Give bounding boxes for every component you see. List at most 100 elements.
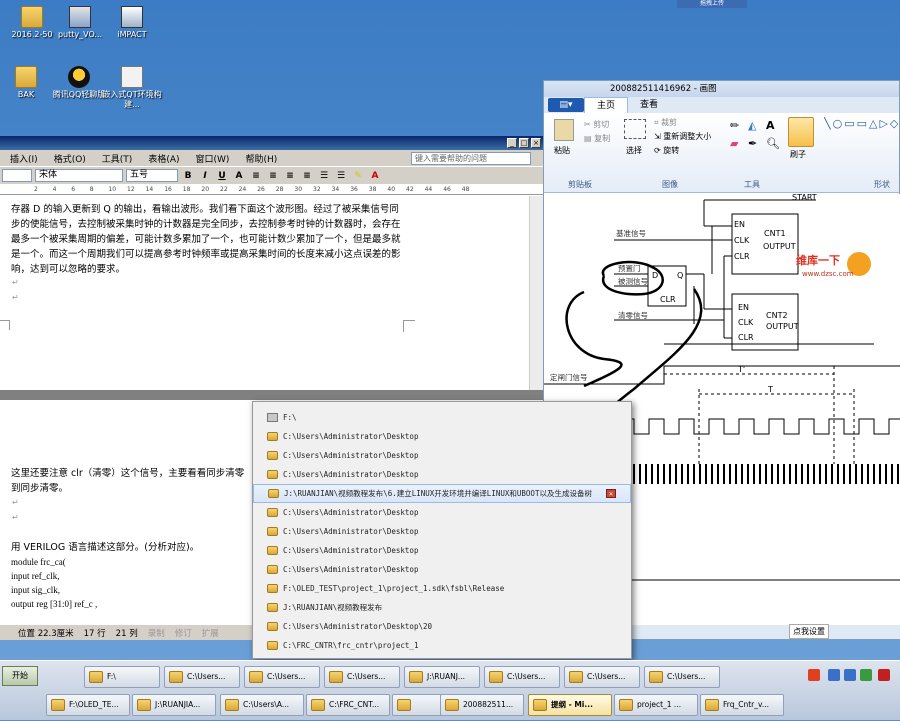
jump-list-item[interactable]: C:\Users\Administrator\Desktop: [253, 427, 631, 446]
tray-tooltip[interactable]: 点我设置: [789, 624, 829, 639]
paste-button[interactable]: 粘贴: [554, 145, 570, 156]
taskbar-button[interactable]: C:\Users...: [164, 666, 240, 688]
document-page[interactable]: 存器 D 的输入更新到 Q 的输出，看输出波形。我们看下面这个波形图。经过了被采…: [0, 196, 490, 390]
tray-app-icon[interactable]: [808, 669, 820, 681]
help-search-input[interactable]: 键入需要帮助的问题: [411, 151, 531, 165]
minimize-icon[interactable]: _: [507, 138, 517, 148]
underline-button[interactable]: U: [215, 169, 229, 183]
select-icon[interactable]: [624, 119, 646, 139]
taskbar-button[interactable]: C:\Users...: [564, 666, 640, 688]
menu-window[interactable]: 窗口(W): [190, 152, 236, 165]
taskbar-button[interactable]: C:\Users...: [324, 666, 400, 688]
taskbar-button[interactable]: F:\: [84, 666, 160, 688]
group-shapes: 形状: [874, 180, 890, 189]
menu-tools[interactable]: 工具(T): [96, 152, 139, 165]
ruler-tick: 46: [443, 186, 451, 193]
jump-list-item[interactable]: F:\OLED_TEST\project_1\project_1.sdk\fsb…: [253, 579, 631, 598]
jump-list-item[interactable]: C:\Users\Administrator\Desktop: [253, 446, 631, 465]
jump-list-item[interactable]: C:\Users\Administrator\Desktop: [253, 465, 631, 484]
taskbar-button[interactable]: C:\Users...: [244, 666, 320, 688]
start-button[interactable]: 开始: [2, 666, 38, 686]
brush-icon[interactable]: [788, 117, 814, 147]
taskbar-button[interactable]: C:\Users...: [644, 666, 720, 688]
font-color-icon[interactable]: A: [368, 169, 382, 183]
magnifier-icon[interactable]: 🔍︎: [766, 137, 780, 150]
menu-table[interactable]: 表格(A): [142, 152, 185, 165]
select-button[interactable]: 选择: [626, 145, 642, 156]
folder-icon: [89, 671, 103, 683]
taskbar-button[interactable]: C:\Users...: [484, 666, 560, 688]
align-right-icon[interactable]: ≡: [283, 169, 297, 183]
jump-list-item[interactable]: J:\RUANJIAN\视频教程发布\6.建立LINUX开发环境并编译LINUX…: [253, 484, 631, 503]
italic-button[interactable]: I: [198, 169, 212, 183]
cut-button[interactable]: ✂ 剪切: [584, 119, 609, 130]
align-center-icon[interactable]: ≡: [266, 169, 280, 183]
bold-button[interactable]: B: [181, 169, 195, 183]
color-picker-icon[interactable]: ✒: [748, 137, 757, 150]
taskbar-button[interactable]: C:\FRC_CNT...: [306, 694, 390, 716]
highlight-icon[interactable]: ✎: [351, 169, 365, 183]
ie-icon[interactable]: [828, 669, 840, 681]
rotate-button[interactable]: ⟳ 旋转: [654, 145, 679, 156]
resize-button[interactable]: ⇲ 重新调整大小: [654, 131, 711, 142]
paint-title-bar[interactable]: 200882511416962 - 画图: [544, 81, 899, 97]
eraser-icon[interactable]: ▰: [730, 137, 738, 150]
shapes-gallery[interactable]: ╲○▭▭△▷◇⬠⬡⇨⇦⇧⇩✦★: [824, 117, 900, 153]
menu-help[interactable]: 帮助(H): [239, 152, 283, 165]
style-select[interactable]: [2, 169, 32, 182]
word-menubar: 插入(I) 格式(O) 工具(T) 表格(A) 窗口(W) 帮助(H) 键入需要…: [0, 150, 545, 166]
jump-list-item[interactable]: C:\Users\Administrator\Desktop: [253, 560, 631, 579]
justify-icon[interactable]: ≡: [300, 169, 314, 183]
bullets-icon[interactable]: ☰: [334, 169, 348, 183]
align-left-icon[interactable]: ≡: [249, 169, 263, 183]
jump-list-item[interactable]: C:\FRC_CNTR\frc_cntr\project_1: [253, 636, 631, 655]
taskbar-button[interactable]: 提纲 - Mi...: [528, 694, 612, 716]
desktop-icon-impact[interactable]: iMPACT: [100, 6, 164, 40]
taskbar-button[interactable]: 200882511...: [440, 694, 524, 716]
jump-list-item[interactable]: C:\Users\Administrator\Desktop\20: [253, 617, 631, 636]
numbering-icon[interactable]: ☰: [317, 169, 331, 183]
menu-insert[interactable]: 插入(I): [4, 152, 44, 165]
word-title-bar[interactable]: _ □ ×: [0, 136, 545, 150]
font-size-select[interactable]: 五号: [126, 169, 178, 182]
fill-icon[interactable]: ◭: [748, 119, 756, 132]
taskbar-button[interactable]: C:\Users\A...: [220, 694, 304, 716]
taskbar-button[interactable]: project_1 ...: [614, 694, 698, 716]
status-trk[interactable]: 修订: [175, 627, 192, 639]
desktop-icon-qt-doc[interactable]: 嵌入式QT环境构建...: [100, 66, 164, 110]
char-border-button[interactable]: A: [232, 169, 246, 183]
paragraph-mark: ↵: [12, 498, 19, 507]
text-icon[interactable]: A: [766, 119, 775, 132]
ruler-tick: 12: [127, 186, 135, 193]
cnt2-clk: CLK: [738, 318, 754, 327]
paint-menu-button[interactable]: ▤▾: [548, 98, 584, 112]
taskbar-button[interactable]: Frq_Cntr_v...: [700, 694, 784, 716]
folder-icon: [397, 699, 411, 711]
tray-app-icon[interactable]: [860, 669, 872, 681]
status-rec[interactable]: 录制: [148, 627, 165, 639]
jump-list-item[interactable]: J:\RUANJIAN\视频教程发布: [253, 598, 631, 617]
jump-list-item[interactable]: F:\: [253, 408, 631, 427]
upload-button[interactable]: 拖拽上传: [677, 0, 747, 8]
copy-button[interactable]: ▤ 复制: [584, 133, 610, 144]
tab-home[interactable]: 主页: [584, 97, 629, 113]
status-ext[interactable]: 扩展: [202, 627, 219, 639]
taskbar-button[interactable]: J:\RUANJ...: [404, 666, 480, 688]
tab-view[interactable]: 查看: [628, 97, 670, 113]
pencil-icon[interactable]: ✏: [730, 119, 739, 132]
taskbar-button[interactable]: J:\RUANJIA...: [132, 694, 216, 716]
jump-list-item[interactable]: C:\Users\Administrator\Desktop: [253, 541, 631, 560]
jump-list-item[interactable]: C:\Users\Administrator\Desktop: [253, 503, 631, 522]
close-icon[interactable]: ×: [531, 138, 541, 148]
jump-list-item[interactable]: C:\Users\Administrator\Desktop: [253, 522, 631, 541]
tray-app-icon[interactable]: [878, 669, 890, 681]
maximize-icon[interactable]: □: [519, 138, 529, 148]
taskbar-button[interactable]: F:\OLED_TE...: [46, 694, 130, 716]
paste-icon[interactable]: [554, 119, 574, 141]
tray-app-icon[interactable]: [844, 669, 856, 681]
crop-button[interactable]: ⌗ 裁剪: [654, 117, 677, 128]
brush-button[interactable]: 刷子: [790, 149, 806, 160]
remove-from-list-icon[interactable]: ×: [606, 489, 616, 498]
menu-format[interactable]: 格式(O): [48, 152, 92, 165]
font-name-select[interactable]: 宋体: [35, 169, 123, 182]
